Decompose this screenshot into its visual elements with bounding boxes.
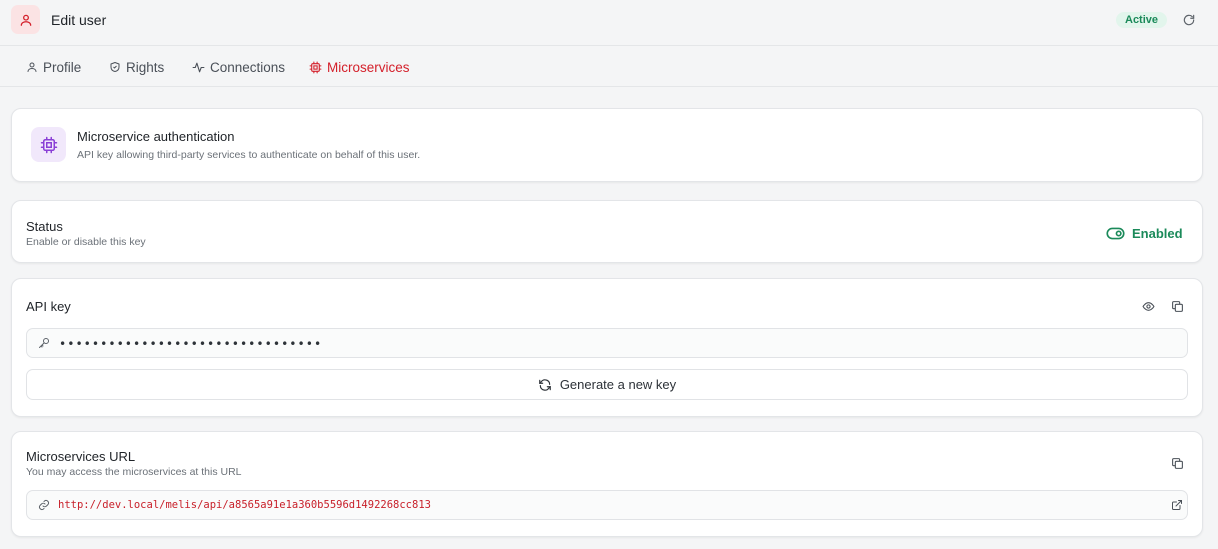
url-subtitle: You may access the microservices at this…: [26, 466, 242, 478]
status-badge: Active: [1116, 12, 1168, 28]
tab-label: Profile: [43, 59, 82, 75]
user-icon: [27, 62, 37, 72]
url-value: http://dev.local/melis/api/a8565a91e1a36…: [58, 499, 431, 511]
chip-icon: [309, 61, 322, 73]
tab-label: Rights: [126, 59, 165, 75]
eye-icon: [1141, 301, 1155, 311]
refresh-icon: [1183, 14, 1195, 26]
key-icon: [39, 338, 49, 348]
status-title: Status: [26, 219, 63, 234]
api-key-value: ••••••••••••••••••••••••••••••••: [59, 337, 323, 351]
url-card: Microservices URL You may access the mic…: [11, 431, 1203, 537]
link-icon: [39, 500, 49, 510]
tab-rights[interactable]: Rights: [109, 58, 164, 76]
generate-key-button[interactable]: Generate a new key: [26, 369, 1188, 400]
tab-connections[interactable]: Connections: [192, 58, 285, 76]
refresh-button[interactable]: [1180, 11, 1198, 29]
copy-key-button[interactable]: [1169, 298, 1185, 314]
generate-key-label: Generate a new key: [559, 377, 677, 392]
auth-title: Microservice authentication: [77, 129, 235, 144]
toggle-on-icon: [1106, 227, 1125, 239]
api-key-title: API key: [26, 299, 71, 314]
auth-info-card: Microservice authentication API key allo…: [11, 108, 1203, 182]
status-subtitle: Enable or disable this key: [26, 236, 146, 248]
external-link-icon: [1172, 500, 1182, 510]
auth-subtitle: API key allowing third-party services to…: [77, 149, 421, 161]
open-url-button[interactable]: [1169, 497, 1185, 513]
shield-icon: [110, 62, 120, 72]
copy-icon: [1171, 300, 1183, 312]
url-field[interactable]: http://dev.local/melis/api/a8565a91e1a36…: [26, 490, 1188, 520]
chip-icon: [31, 127, 66, 162]
tab-bar: Profile Rights Connections Microservices: [0, 46, 1218, 87]
tab-profile[interactable]: Profile: [26, 58, 81, 76]
api-key-card: API key ••••••••••••••••••••••••••••••••…: [11, 278, 1203, 417]
enable-toggle[interactable]: Enabled: [1106, 224, 1183, 242]
tab-label: Connections: [210, 59, 286, 75]
page-title: Edit user: [51, 12, 107, 28]
tab-label: Microservices: [327, 59, 410, 75]
api-key-field[interactable]: ••••••••••••••••••••••••••••••••: [26, 328, 1188, 358]
page-header: Edit user Active: [0, 0, 1218, 46]
status-card: Status Enable or disable this key Enable…: [11, 200, 1203, 263]
show-key-button[interactable]: [1140, 298, 1156, 314]
refresh-icon: [538, 378, 551, 391]
tab-microservices[interactable]: Microservices: [309, 58, 410, 76]
toggle-label: Enabled: [1132, 225, 1183, 241]
copy-icon: [1171, 457, 1183, 469]
user-avatar-icon: [11, 5, 40, 34]
activity-icon: [192, 62, 205, 72]
copy-url-button[interactable]: [1169, 455, 1185, 471]
url-title: Microservices URL: [26, 449, 136, 464]
